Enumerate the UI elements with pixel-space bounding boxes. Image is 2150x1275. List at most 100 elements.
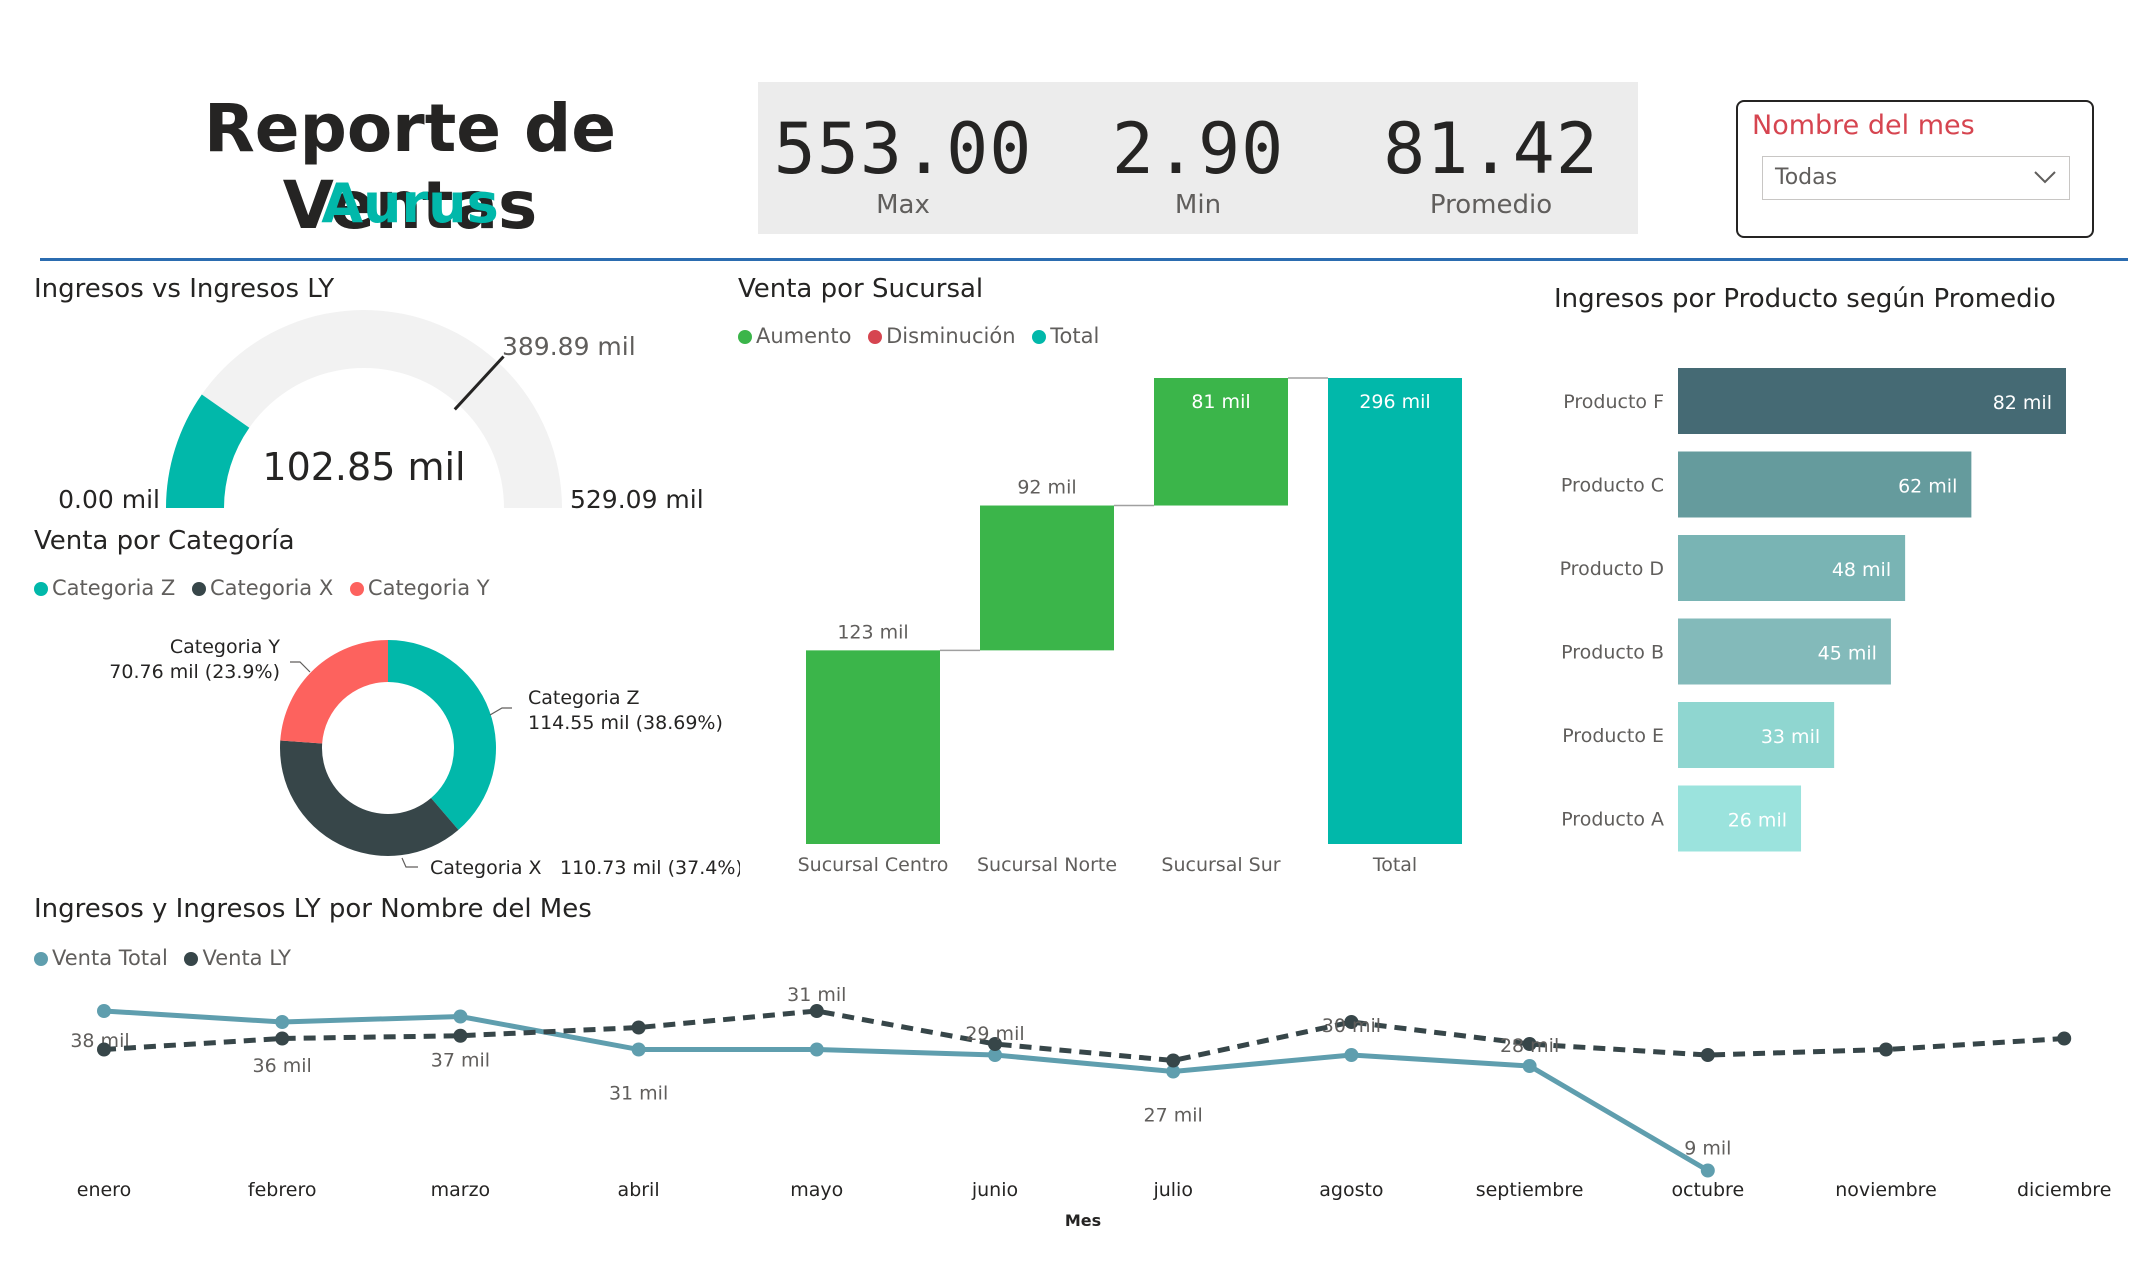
legend-dot-icon — [34, 952, 48, 966]
line-point — [631, 1042, 646, 1057]
waterfall-data-label: 296 mil — [1359, 391, 1430, 413]
legend-dot-icon — [184, 952, 199, 966]
product-category-label: Producto F — [1563, 391, 1664, 413]
legend-dot-icon — [738, 330, 752, 344]
legend-item-categoria-z[interactable]: Categoria Z — [34, 576, 175, 600]
line-data-label: 27 mil — [1144, 1105, 1203, 1127]
kpi-max: 553.00 Max — [758, 82, 1048, 220]
month-tick-label: diciembre — [2017, 1179, 2111, 1201]
product-data-label: 45 mil — [1818, 643, 1877, 665]
line-series-path — [103, 1008, 1710, 1173]
waterfall-bar — [1328, 378, 1462, 844]
hbar-title: Ingresos por Producto según Promedio — [1554, 284, 2056, 314]
line-data-label: 31 mil — [609, 1083, 668, 1105]
waterfall-chart: 123 mil Sucursal Centro 92 mil Sucursal Nor… — [798, 377, 1462, 876]
gauge-target-label: 389.89 mil — [502, 332, 636, 361]
line-legend: Venta Total Venta LY — [34, 946, 301, 970]
donut-label-name: Categoria Y — [170, 636, 281, 658]
waterfall-category-label: Total — [1372, 854, 1417, 876]
waterfall-category-label: Sucursal Sur — [1161, 854, 1280, 876]
legend-item-categoria-y[interactable]: Categoria Y — [349, 576, 490, 600]
product-category-label: Producto B — [1561, 642, 1664, 664]
gauge-min-label: 0.00 mil — [58, 485, 160, 514]
page-subtitle: Aurus — [321, 172, 499, 235]
waterfall-category-label: Sucursal Centro — [798, 854, 949, 876]
product-data-label: 26 mil — [1728, 810, 1787, 832]
line-data-label: 36 mil — [253, 1055, 312, 1077]
legend-dot-icon — [868, 330, 883, 344]
chevron-down-icon — [2034, 171, 2056, 184]
legend-item-venta-total[interactable]: Venta Total — [34, 946, 168, 970]
month-slicer: Nombre del mes Todas — [1736, 100, 2094, 238]
month-tick-label: octubre — [1671, 1179, 1744, 1201]
month-tick-label: marzo — [431, 1179, 491, 1201]
month-tick-label: septiembre — [1476, 1179, 1584, 1201]
kpi-max-value: 553.00 — [773, 108, 1033, 190]
line-point — [275, 1031, 290, 1046]
line-point — [453, 1028, 468, 1043]
donut-leader-line — [290, 661, 311, 673]
legend-dot-icon — [34, 582, 48, 596]
product-data-label: 62 mil — [1898, 476, 1957, 498]
donut-leader-line — [489, 707, 512, 716]
donut-slice — [388, 640, 497, 830]
waterfall-category-label: Sucursal Norte — [977, 854, 1117, 876]
kpi-avg: 81.42 Promedio — [1346, 82, 1636, 220]
line-data-label: 9 mil — [1684, 1138, 1731, 1160]
kpi-avg-label: Promedio — [1429, 190, 1553, 220]
line-data-label: 28 mil — [1500, 1035, 1559, 1057]
slicer-title: Nombre del mes — [1752, 110, 1975, 141]
line-point — [631, 1020, 646, 1035]
waterfall-legend: Aumento Disminución Total — [738, 324, 1109, 348]
line-point — [2057, 1031, 2072, 1046]
kpi-panel: 553.00 Max 2.90 Min 81.42 Promedio — [758, 82, 1638, 234]
waterfall-bar — [806, 650, 940, 844]
line-point — [809, 1042, 824, 1057]
month-tick-label: febrero — [248, 1179, 317, 1201]
month-dropdown-value: Todas — [1775, 165, 1838, 190]
legend-item-aumento[interactable]: Aumento — [738, 324, 851, 348]
line-point — [1344, 1048, 1359, 1062]
product-data-label: 82 mil — [1993, 392, 2052, 414]
donut-leader-line — [401, 857, 418, 868]
line-point — [1166, 1053, 1181, 1068]
kpi-max-label: Max — [876, 190, 930, 220]
donut-label-value: 114.55 mil (38.69%) — [528, 712, 723, 734]
month-tick-label: enero — [77, 1179, 131, 1201]
line-point — [97, 1042, 111, 1057]
waterfall-bar — [980, 505, 1114, 651]
line-data-label: 31 mil — [787, 984, 846, 1006]
line-point — [1700, 1163, 1715, 1178]
legend-item-total[interactable]: Total — [1032, 324, 1099, 348]
gauge-chart: 102.85 mil 0.00 mil 529.09 mil 389.89 mil — [58, 310, 704, 514]
month-tick-label: noviembre — [1835, 1179, 1937, 1201]
legend-dot-icon — [349, 582, 364, 596]
monthly-line-chart: 38 mil36 mil 37 mil31 mil27 mil9 mil31 mi… — [70, 984, 2111, 1230]
header-divider — [40, 258, 2128, 261]
product-data-label: 33 mil — [1761, 726, 1820, 748]
waterfall-data-label: 92 mil — [1017, 477, 1076, 499]
line-data-label: 29 mil — [965, 1023, 1024, 1045]
donut-title: Venta por Categoría — [34, 526, 295, 556]
legend-item-venta-ly[interactable]: Venta LY — [184, 946, 291, 970]
line-point — [1879, 1042, 1893, 1057]
gauge-value-label: 102.85 mil — [262, 445, 465, 489]
legend-item-disminucion[interactable]: Disminución — [868, 324, 1016, 348]
donut-label-value: 110.73 mil (37.4%) — [560, 857, 740, 879]
legend-item-categoria-x[interactable]: Categoria X — [191, 576, 333, 600]
line-point — [1700, 1048, 1715, 1062]
donut-label-value: 70.76 mil (23.9%) — [109, 661, 280, 683]
month-tick-label: julio — [1152, 1179, 1193, 1201]
kpi-min-value: 2.90 — [1111, 108, 1285, 190]
line-x-axis-title: Mes — [1065, 1211, 1101, 1230]
line-data-label: 30 mil — [1322, 1015, 1381, 1037]
product-bar-chart: Producto F 82 mil Producto C 62 mil Producto… — [1560, 368, 2066, 852]
waterfall-title: Venta por Sucursal — [738, 274, 984, 304]
donut-label-name: Categoria Z — [528, 687, 640, 709]
donut-chart: Categoria Z 114.55 mil (38.69%) Categoria … — [109, 636, 740, 879]
donut-label-name: Categoria X — [430, 857, 542, 879]
donut-slice — [280, 640, 388, 744]
line-point — [809, 1004, 824, 1018]
month-dropdown[interactable]: Todas — [1762, 156, 2070, 200]
legend-dot-icon — [1032, 330, 1047, 344]
